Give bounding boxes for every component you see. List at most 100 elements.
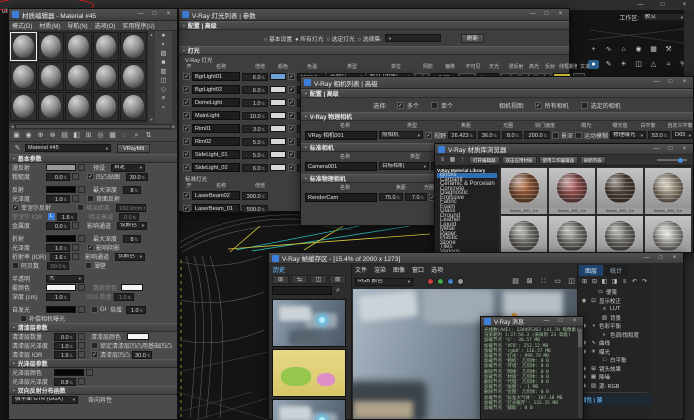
layer-row[interactable]: □白平衡 — [578, 356, 651, 365]
checkbox[interactable]: ✓ — [183, 192, 190, 199]
lock-icon[interactable]: L — [48, 213, 55, 220]
menu-item[interactable]: 实用程序(U) — [122, 21, 154, 30]
menu-item[interactable]: 导航(N) — [67, 21, 87, 30]
color-swatch[interactable] — [46, 164, 76, 171]
spacewarps-category-icon[interactable]: ≈ — [663, 60, 674, 69]
map-slot-button[interactable] — [86, 369, 93, 376]
spinner-field[interactable]: 53.0 — [648, 131, 670, 139]
map-slot-button[interactable] — [78, 284, 85, 291]
rollout-sheen-params[interactable]: 光泽层参数 — [9, 359, 177, 368]
color-swatch[interactable] — [121, 284, 143, 291]
maximize-button[interactable]: □ — [555, 316, 566, 327]
material-thumbnail[interactable]: Bricks_A06_1m — [549, 216, 595, 252]
checkbox[interactable]: ✓ — [183, 112, 190, 119]
source-layer-icon[interactable]: ▧ — [590, 382, 597, 390]
spinner-field[interactable]: 1.6 — [50, 253, 70, 261]
spinner-field[interactable]: 1.0 — [46, 195, 70, 203]
dropdown[interactable]: 自定▾ — [111, 164, 145, 172]
hue-saturation-icon[interactable]: ◐ — [601, 331, 608, 339]
material-sample-slot[interactable] — [65, 32, 92, 61]
material-sample-slot[interactable] — [120, 92, 147, 121]
material-sample-slot[interactable] — [93, 92, 120, 121]
white-balance-icon[interactable]: □ — [601, 356, 608, 364]
minimize-button[interactable]: — — [651, 77, 662, 88]
map-slot-button[interactable] — [72, 244, 79, 251]
spinner-field[interactable]: 0.0 — [46, 222, 70, 230]
utilities-tab-icon[interactable]: ⚒ — [663, 45, 674, 54]
rollout-config[interactable]: 配置 | 高级 — [179, 21, 569, 30]
add-layer-icon[interactable]: ⊞ — [580, 278, 589, 287]
spinner-field[interactable]: 75.0 — [379, 193, 403, 201]
map-slot-button[interactable] — [72, 253, 79, 260]
minimize-button[interactable]: — — [641, 253, 652, 264]
visibility-eye[interactable]: ◉ — [580, 298, 588, 304]
map-slot-button[interactable] — [78, 186, 85, 193]
note-layer-icon[interactable]: ▭ — [597, 288, 604, 296]
spinner-field[interactable]: 30.0 — [132, 351, 152, 359]
checkbox[interactable] — [85, 262, 92, 269]
map-slot-button[interactable] — [78, 164, 85, 171]
menu-item[interactable]: 选项(O) — [95, 21, 116, 30]
map-slot-button[interactable] — [78, 235, 85, 242]
sample-vertical-scrollbar[interactable]: ▲▼ — [148, 31, 155, 123]
maximize-button[interactable]: □ — [541, 9, 552, 20]
material-sample-slot[interactable] — [65, 92, 92, 121]
list-view-icon[interactable]: ≡ — [438, 156, 447, 165]
color-swatch[interactable] — [54, 369, 84, 376]
spinner-field[interactable]: 5.0 — [242, 138, 268, 146]
checkbox[interactable]: ✓ — [397, 102, 404, 109]
message-scrollbar[interactable] — [578, 327, 582, 418]
spinner-field[interactable]: 8 — [123, 186, 141, 194]
lights-category-icon[interactable]: ☀ — [618, 60, 629, 69]
layer-row[interactable]: ◉▦降噪 — [578, 373, 651, 382]
reset-map-icon[interactable]: ⊗ — [47, 131, 58, 140]
checkbox[interactable]: ✓ — [183, 125, 190, 132]
green-channel-dot[interactable] — [437, 278, 444, 285]
layer-row[interactable]: ◐色调/饱和度 — [578, 331, 651, 340]
history-search-input[interactable] — [272, 286, 332, 295]
material-sample-slot[interactable] — [93, 62, 120, 91]
make-unique-icon[interactable]: ▤ — [59, 131, 70, 140]
close-button[interactable]: × — [555, 9, 566, 20]
material-sample-slot[interactable] — [10, 92, 37, 121]
spinner-field[interactable]: 36.0 — [478, 131, 500, 139]
checkbox[interactable]: ✓ — [183, 138, 190, 145]
rollout-basic-params[interactable]: 基本参数 — [9, 154, 177, 163]
close-button[interactable]: × — [163, 9, 174, 20]
display-tab-icon[interactable]: ▦ — [648, 45, 659, 54]
map-slot-button[interactable] — [78, 306, 85, 313]
map-slot-button[interactable] — [78, 351, 85, 358]
checkbox[interactable]: ✓ — [183, 73, 190, 80]
checkbox[interactable] — [91, 342, 98, 349]
checkbox[interactable]: ✓ — [183, 99, 190, 106]
checkbox[interactable] — [20, 315, 27, 322]
spinner-field[interactable]: 8.0 — [502, 131, 522, 139]
menu-item[interactable]: 选项 — [431, 265, 443, 274]
checkbox[interactable]: ✓ — [288, 138, 295, 145]
blue-channel-dot[interactable] — [447, 278, 454, 285]
spinner-field[interactable]: 0.0 — [54, 333, 76, 341]
duplicate-buffer-icon[interactable]: ◫ — [566, 277, 577, 286]
dropdown[interactable]: 照相机▾ — [379, 131, 423, 139]
create-tab-icon[interactable]: + — [588, 45, 599, 54]
layer-row[interactable]: ◉⊞镜头效果 — [578, 365, 651, 374]
lut-layer-icon[interactable]: ≡ — [601, 305, 608, 313]
layer-row[interactable]: ▭便笺 — [578, 288, 651, 297]
layer-row[interactable]: ◉☀曝光 — [578, 348, 651, 357]
grid-view-icon[interactable]: ▦ — [448, 156, 457, 165]
workspace-dropdown[interactable]: 默认▾ — [642, 13, 686, 21]
checkbox[interactable]: ✓ — [425, 132, 432, 139]
layer-row[interactable]: ≡LUT — [578, 305, 651, 314]
checkbox[interactable]: ✓ — [183, 151, 190, 158]
checkbox[interactable]: ✓ — [87, 173, 94, 180]
button[interactable]: 双击应用材质 — [502, 156, 537, 164]
spinner-field[interactable]: 1.6 — [54, 351, 76, 359]
minimize-button[interactable]: — — [635, 0, 646, 11]
checkbox[interactable]: ✓ — [288, 86, 295, 93]
material-sample-slot[interactable] — [38, 62, 65, 91]
clear-image-icon[interactable]: ⊠ — [524, 277, 535, 286]
history-thumbnail-robot[interactable] — [272, 399, 346, 420]
spinner-field[interactable]: 0.0 — [46, 173, 70, 181]
button[interactable]: 使用工作编辑器 — [539, 156, 579, 164]
spinner-field[interactable]: 200.0 — [524, 131, 550, 139]
